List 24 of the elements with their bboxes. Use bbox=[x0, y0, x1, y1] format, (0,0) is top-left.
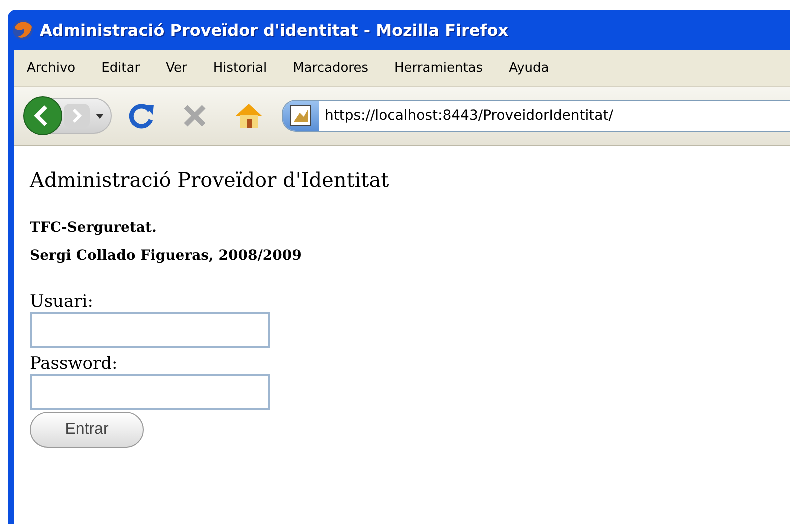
subtitle: TFC-Serguretat. bbox=[30, 220, 158, 236]
address-bar[interactable]: https://localhost:8443/ProveidorIdentitat/ bbox=[282, 100, 790, 132]
menu-item[interactable]: Editar bbox=[92, 58, 150, 78]
input-field[interactable] bbox=[30, 374, 270, 410]
field-label: Password: bbox=[30, 354, 119, 374]
menu-item[interactable]: Marcadores bbox=[284, 58, 378, 78]
home-icon[interactable] bbox=[234, 102, 264, 130]
input-field[interactable] bbox=[30, 312, 270, 348]
page-heading: Administració Proveïdor d'Identitat bbox=[30, 168, 390, 192]
menu-item[interactable]: Ver bbox=[157, 58, 196, 78]
subtitle: Sergi Collado Figueras, 2008/2009 bbox=[30, 248, 303, 264]
reload-icon[interactable] bbox=[128, 102, 156, 130]
site-icon bbox=[290, 105, 312, 127]
submit-button[interactable]: Entrar bbox=[30, 412, 144, 448]
field-label: Usuari: bbox=[30, 292, 94, 312]
url-text: https://localhost:8443/ProveidorIdentitat/ bbox=[324, 108, 614, 124]
window-title: Administració Proveïdor d'identitat - Mozilla Firefox bbox=[40, 20, 509, 40]
menu-item[interactable]: Historial bbox=[204, 58, 276, 78]
menu-item[interactable]: Ayuda bbox=[500, 58, 558, 78]
dropdown-caret-icon[interactable] bbox=[95, 111, 105, 121]
back-button[interactable] bbox=[23, 96, 63, 136]
menu-item[interactable]: Herramientas bbox=[386, 58, 492, 78]
browser-logo-icon bbox=[12, 19, 34, 41]
menu-item[interactable]: Archivo bbox=[18, 58, 85, 78]
